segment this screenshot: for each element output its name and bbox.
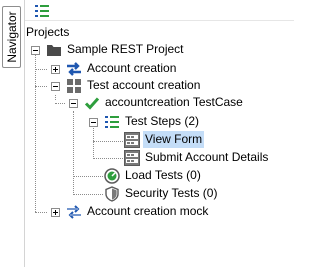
tree-item-sample-rest-project[interactable]: Sample REST Project xyxy=(46,41,186,58)
tree-guide xyxy=(73,194,103,195)
check-icon xyxy=(84,97,100,110)
tree-item-label: accountcreation TestCase xyxy=(105,95,243,109)
tree-guide xyxy=(35,55,36,212)
page-title: Projects xyxy=(26,25,70,39)
swap-arrows-icon xyxy=(67,61,81,76)
load-test-icon xyxy=(104,167,120,184)
tree-guide xyxy=(73,111,74,193)
navigator-tab-label: Navigator xyxy=(4,11,19,63)
header-divider xyxy=(25,20,294,21)
rest-request-icon xyxy=(124,131,140,148)
tree-guide xyxy=(93,141,123,142)
tree-item-testcase[interactable]: accountcreation TestCase xyxy=(84,94,245,111)
collapse-toggle[interactable] xyxy=(89,118,98,127)
tree-item-account-creation-mock[interactable]: Account creation mock xyxy=(66,203,210,220)
tree-item-label: Load Tests (0) xyxy=(125,168,201,182)
tree-item-test-steps[interactable]: Test Steps (2) xyxy=(104,113,201,130)
tree-guide xyxy=(35,86,47,87)
list-icon xyxy=(105,115,119,128)
mock-service-icon xyxy=(67,204,81,219)
collapse-toggle[interactable] xyxy=(51,82,60,91)
tree-item-view-form[interactable]: View Form xyxy=(124,131,205,148)
tree-item-submit-account-details[interactable]: Submit Account Details xyxy=(124,149,270,166)
folder-icon xyxy=(47,44,61,56)
tree-item-security-tests[interactable]: Security Tests (0) xyxy=(104,185,219,202)
tree-item-label: Security Tests (0) xyxy=(125,186,218,200)
tree-guide xyxy=(35,69,47,70)
tree-item-label: View Form xyxy=(143,131,205,148)
test-suite-icon xyxy=(67,78,81,93)
tree-guide xyxy=(55,103,65,104)
tree-item-label: Submit Account Details xyxy=(145,150,269,164)
tree-guide xyxy=(93,128,94,159)
tree-item-label: Test account creation xyxy=(87,78,201,92)
tree-item-test-account-creation[interactable]: Test account creation xyxy=(66,77,202,94)
tree-guide xyxy=(93,158,123,159)
toolbar xyxy=(25,0,294,22)
tree-item-label: Account creation mock xyxy=(87,204,209,218)
collapse-toggle[interactable] xyxy=(31,46,40,55)
shield-icon xyxy=(105,185,119,202)
tree-item-label: Test Steps (2) xyxy=(125,114,200,128)
tree-item-account-creation[interactable]: Account creation xyxy=(66,60,178,77)
expand-toggle[interactable] xyxy=(51,65,60,74)
rest-request-icon xyxy=(124,149,140,166)
navigator-tab[interactable]: Navigator xyxy=(2,6,21,68)
navigator-strip: Navigator xyxy=(0,0,25,267)
tree-item-label: Account creation xyxy=(87,61,177,75)
tree-guide xyxy=(35,212,47,213)
tree-guide xyxy=(73,176,103,177)
tree-item-label: Sample REST Project xyxy=(67,42,184,56)
list-view-icon[interactable] xyxy=(35,5,49,17)
expand-toggle[interactable] xyxy=(51,208,60,217)
collapse-toggle[interactable] xyxy=(69,99,78,108)
tree-item-load-tests[interactable]: Load Tests (0) xyxy=(104,167,203,184)
tree-guide xyxy=(55,95,56,100)
